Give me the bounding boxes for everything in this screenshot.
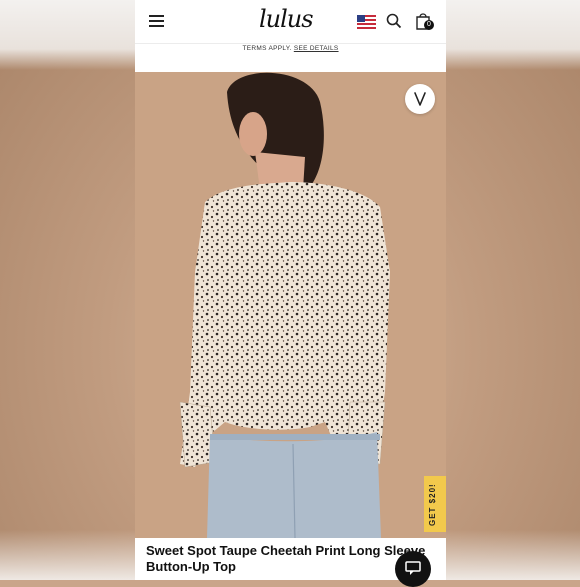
terms-banner: TERMS APPLY. SEE DETAILS xyxy=(135,45,446,57)
cart-count-badge: 0 xyxy=(424,20,434,30)
see-details-link[interactable]: SEE DETAILS xyxy=(294,45,339,52)
model-photo xyxy=(135,72,446,538)
terms-text: TERMS APPLY. xyxy=(242,45,292,52)
chat-icon xyxy=(405,561,421,575)
chat-button[interactable] xyxy=(395,551,431,587)
lulus-logo[interactable]: lulus xyxy=(259,4,321,34)
hamburger-menu-icon[interactable] xyxy=(149,15,164,27)
promo-label: GET $20! xyxy=(428,483,437,526)
product-title: Sweet Spot Taupe Cheetah Print Long Slee… xyxy=(146,543,426,574)
promo-tab[interactable]: GET $20! xyxy=(424,476,446,532)
us-flag-icon[interactable] xyxy=(357,15,376,29)
search-icon[interactable] xyxy=(386,13,402,29)
phone-screen: lulus 0 TERMS APPLY. SEE DETAILS GET $20… xyxy=(135,0,446,580)
site-header: lulus 0 xyxy=(135,0,446,44)
heart-icon xyxy=(414,92,426,106)
wishlist-button[interactable] xyxy=(405,84,435,114)
product-image[interactable] xyxy=(135,72,446,538)
